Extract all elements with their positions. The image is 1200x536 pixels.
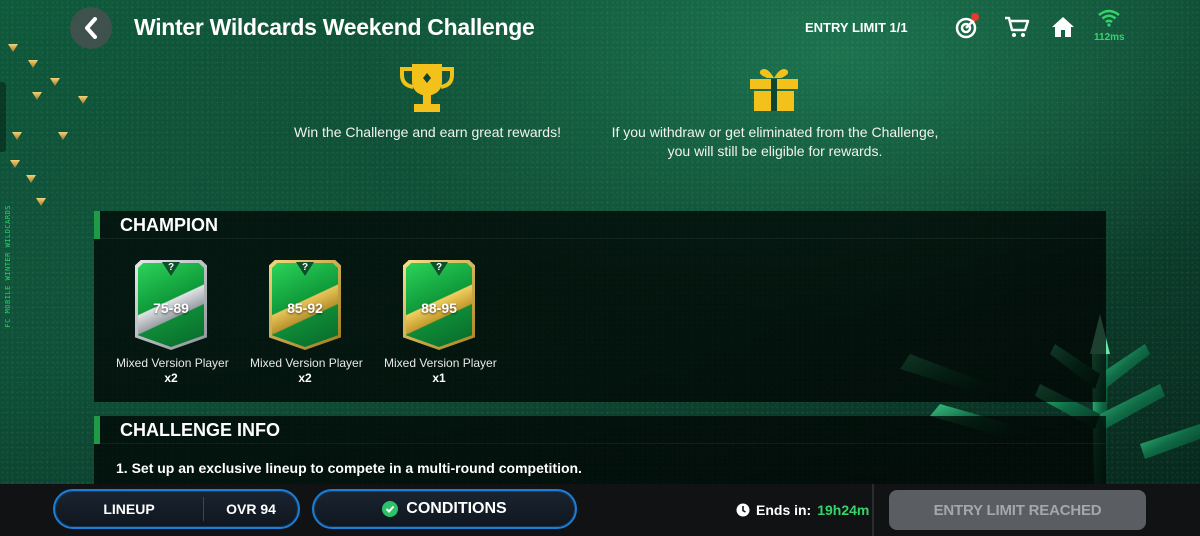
objectives-button[interactable] [952, 13, 980, 41]
home-icon [1052, 17, 1074, 37]
check-icon [382, 501, 399, 517]
lineup-label: LINEUP [103, 501, 155, 517]
wifi-icon [1098, 9, 1120, 27]
ends-in-label: Ends in: [756, 502, 812, 518]
ends-in-value: 19h24m [817, 502, 870, 518]
wifi-status [1096, 8, 1122, 28]
win-info-text: Win the Challenge and earn great rewards… [294, 124, 561, 140]
card-label: Mixed Version Player [384, 356, 497, 370]
entry-limit-indicator: ENTRY LIMIT 1/1 [805, 20, 908, 35]
reward-card[interactable]: ? 88-95 Mixed Version Player x1 [384, 260, 497, 385]
card-rating: 85-92 [287, 300, 323, 316]
champion-heading: CHAMPION [94, 211, 1106, 239]
card-label: Mixed Version Player [250, 356, 363, 370]
card-label: Mixed Version Player [116, 356, 229, 370]
challenge-info-line: 1. Set up an exclusive lineup to compete… [116, 460, 582, 476]
chevron-left-icon [85, 17, 97, 39]
champion-panel: CHAMPION ? 75-89 Mixed Version Player x2… [94, 211, 1106, 402]
gift-icon [747, 66, 801, 117]
clock-icon [736, 503, 750, 517]
card-quantity: x2 [164, 371, 178, 385]
challenge-info-heading: CHALLENGE INFO [94, 416, 1106, 444]
back-button[interactable] [70, 7, 112, 49]
notification-dot [971, 13, 979, 21]
conditions-button[interactable]: CONDITIONS [312, 489, 577, 529]
divider [872, 484, 874, 536]
store-button[interactable] [1003, 13, 1031, 41]
player-card-gold: ? 85-92 [269, 260, 341, 350]
ping-indicator: 112ms [1094, 32, 1125, 43]
withdraw-info-text: If you withdraw or get eliminated from t… [611, 124, 939, 159]
card-rating: 75-89 [153, 300, 189, 316]
reward-card[interactable]: ? 75-89 Mixed Version Player x2 [116, 260, 229, 385]
side-edge-tab [0, 82, 6, 152]
ends-in-timer: Ends in: 19h24m [736, 502, 869, 518]
player-card-silver: ? 75-89 [135, 260, 207, 350]
card-rating: 88-95 [421, 300, 457, 316]
card-quantity: x1 [432, 371, 446, 385]
player-card-gold: ? 88-95 [403, 260, 475, 350]
entry-limit-reached-button[interactable]: ENTRY LIMIT REACHED [889, 490, 1146, 530]
lineup-button[interactable]: LINEUP OVR 94 [53, 489, 300, 529]
challenge-info-panel: CHALLENGE INFO 1. Set up an exclusive li… [94, 416, 1106, 486]
reward-card[interactable]: ? 85-92 Mixed Version Player x2 [250, 260, 363, 385]
conditions-label: CONDITIONS [406, 500, 507, 517]
ovr-value: OVR 94 [226, 501, 276, 517]
home-button[interactable] [1049, 13, 1077, 41]
bottom-action-bar: LINEUP OVR 94 CONDITIONS Ends in: 19h24m… [0, 484, 1200, 536]
cart-icon [1005, 16, 1030, 37]
side-watermark-text: FC MOBILE WINTER WILDCARDS [4, 205, 12, 328]
trophy-icon [398, 61, 456, 120]
card-quantity: x2 [298, 371, 312, 385]
page-title: Winter Wildcards Weekend Challenge [134, 14, 535, 40]
